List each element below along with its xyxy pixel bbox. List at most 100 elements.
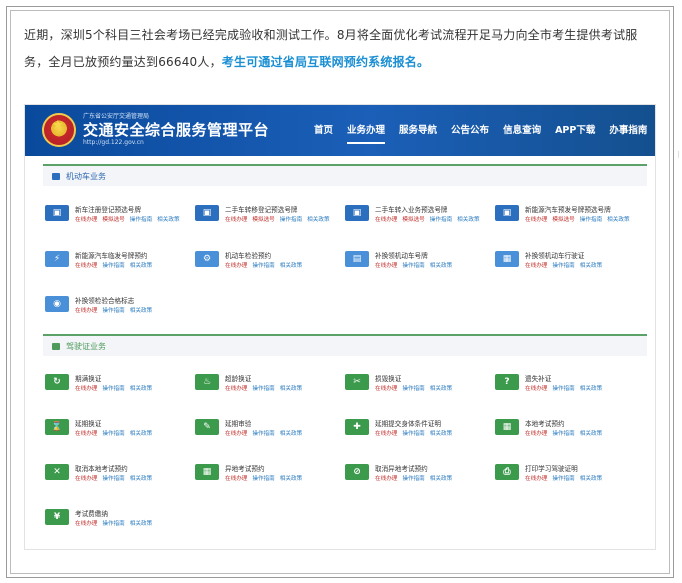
service-title[interactable]: 考试费缴纳 xyxy=(75,508,108,518)
service-item[interactable]: ▣ 二手车转入业务预选号牌 在线办理 模拟选号 操作指南 相关政策 xyxy=(345,203,495,233)
service-title[interactable]: 新车注册登记预选号牌 xyxy=(75,204,141,214)
service-item[interactable]: ↻ 期满换证 在线办理 操作指南 相关政策 xyxy=(45,372,195,402)
online-link[interactable]: 在线办理 xyxy=(75,263,97,269)
online-link[interactable]: 在线办理 xyxy=(375,263,397,269)
guide-link[interactable]: 操作指南 xyxy=(552,386,574,392)
online-link[interactable]: 在线办理 xyxy=(75,521,97,527)
service-title[interactable]: 取消本地考试预约 xyxy=(75,463,128,473)
service-title[interactable]: 补换领机动车行驶证 xyxy=(525,250,584,260)
online-link[interactable]: 在线办理 xyxy=(375,217,397,223)
nav-announcements[interactable]: 公告公布 xyxy=(444,105,496,156)
service-title[interactable]: 异地考试预约 xyxy=(225,463,265,473)
guide-link[interactable]: 操作指南 xyxy=(252,386,274,392)
service-title[interactable]: 新能源汽车临发号牌预约 xyxy=(75,250,148,260)
online-link[interactable]: 在线办理 xyxy=(525,431,547,437)
service-item[interactable]: ▤ 补换领机动车号牌 在线办理 操作指南 相关政策 xyxy=(345,249,495,279)
guide-link[interactable]: 操作指南 xyxy=(402,476,424,482)
guide-link[interactable]: 操作指南 xyxy=(552,476,574,482)
policy-link[interactable]: 相关政策 xyxy=(430,386,452,392)
service-item[interactable]: ⚙ 机动车检验预约 在线办理 操作指南 相关政策 xyxy=(195,249,345,279)
policy-link[interactable]: 相关政策 xyxy=(280,263,302,269)
simulate-link[interactable]: 模拟选号 xyxy=(552,217,574,223)
service-item[interactable]: ? 遗失补证 在线办理 操作指南 相关政策 xyxy=(495,372,645,402)
policy-link[interactable]: 相关政策 xyxy=(130,308,152,314)
policy-link[interactable]: 相关政策 xyxy=(280,386,302,392)
guide-link[interactable]: 操作指南 xyxy=(102,431,124,437)
service-item[interactable]: ▦ 补换领机动车行驶证 在线办理 操作指南 相关政策 xyxy=(495,249,645,279)
service-title[interactable]: 损毁换证 xyxy=(375,373,401,383)
policy-link[interactable]: 相关政策 xyxy=(130,521,152,527)
service-item[interactable]: ✂ 损毁换证 在线办理 操作指南 相关政策 xyxy=(345,372,495,402)
online-link[interactable]: 在线办理 xyxy=(525,217,547,223)
simulate-link[interactable]: 模拟选号 xyxy=(252,217,274,223)
service-title[interactable]: 机动车检验预约 xyxy=(225,250,271,260)
online-link[interactable]: 在线办理 xyxy=(225,263,247,269)
service-title[interactable]: 新能源汽车预发号牌预选号牌 xyxy=(525,204,611,214)
online-link[interactable]: 在线办理 xyxy=(75,431,97,437)
online-link[interactable]: 在线办理 xyxy=(525,263,547,269)
policy-link[interactable]: 相关政策 xyxy=(280,476,302,482)
guide-link[interactable]: 操作指南 xyxy=(252,263,274,269)
guide-link[interactable]: 操作指南 xyxy=(102,521,124,527)
policy-link[interactable]: 相关政策 xyxy=(580,263,602,269)
online-link[interactable]: 在线办理 xyxy=(75,476,97,482)
policy-link[interactable]: 相关政策 xyxy=(130,263,152,269)
online-link[interactable]: 在线办理 xyxy=(525,476,547,482)
guide-link[interactable]: 操作指南 xyxy=(552,431,574,437)
policy-link[interactable]: 相关政策 xyxy=(130,431,152,437)
online-link[interactable]: 在线办理 xyxy=(225,431,247,437)
policy-link[interactable]: 相关政策 xyxy=(580,386,602,392)
service-item[interactable]: ▣ 二手车转移登记预选号牌 在线办理 模拟选号 操作指南 相关政策 xyxy=(195,203,345,233)
service-item[interactable]: ▦ 异地考试预约 在线办理 操作指南 相关政策 xyxy=(195,462,345,492)
online-link[interactable]: 在线办理 xyxy=(225,476,247,482)
nav-service-guide[interactable]: 服务导航 xyxy=(392,105,444,156)
policy-link[interactable]: 相关政策 xyxy=(430,263,452,269)
article-link[interactable]: 考生可通过省局互联网预约系统报名。 xyxy=(222,55,429,69)
policy-link[interactable]: 相关政策 xyxy=(130,476,152,482)
service-item[interactable]: ♨ 超龄换证 在线办理 操作指南 相关政策 xyxy=(195,372,345,402)
policy-link[interactable]: 相关政策 xyxy=(580,476,602,482)
guide-link[interactable]: 操作指南 xyxy=(280,217,302,223)
service-title[interactable]: 超龄换证 xyxy=(225,373,251,383)
online-link[interactable]: 在线办理 xyxy=(375,476,397,482)
policy-link[interactable]: 相关政策 xyxy=(130,386,152,392)
service-title[interactable]: 期满换证 xyxy=(75,373,101,383)
service-item[interactable]: ✚ 延期提交身体条件证明 在线办理 操作指南 相关政策 xyxy=(345,417,495,447)
nav-handbook[interactable]: 办事指南 xyxy=(602,105,654,156)
policy-link[interactable]: 相关政策 xyxy=(280,431,302,437)
online-link[interactable]: 在线办理 xyxy=(75,308,97,314)
service-title[interactable]: 遗失补证 xyxy=(525,373,551,383)
guide-link[interactable]: 操作指南 xyxy=(552,263,574,269)
online-link[interactable]: 在线办理 xyxy=(225,217,247,223)
service-title[interactable]: 延期换证 xyxy=(75,418,101,428)
nav-query[interactable]: 信息查询 xyxy=(496,105,548,156)
service-title[interactable]: 打印学习驾驶证明 xyxy=(525,463,578,473)
nav-business[interactable]: 业务办理 xyxy=(340,105,392,156)
online-link[interactable]: 在线办理 xyxy=(525,386,547,392)
service-title[interactable]: 延期审验 xyxy=(225,418,251,428)
service-item[interactable]: ◉ 补换领检验合格标志 在线办理 操作指南 相关政策 xyxy=(45,294,195,324)
guide-link[interactable]: 操作指南 xyxy=(402,431,424,437)
simulate-link[interactable]: 模拟选号 xyxy=(102,217,124,223)
online-link[interactable]: 在线办理 xyxy=(375,431,397,437)
service-title[interactable]: 取消异地考试预约 xyxy=(375,463,428,473)
online-link[interactable]: 在线办理 xyxy=(225,386,247,392)
service-title[interactable]: 延期提交身体条件证明 xyxy=(375,418,441,428)
policy-link[interactable]: 相关政策 xyxy=(157,217,179,223)
guide-link[interactable]: 操作指南 xyxy=(102,476,124,482)
service-title[interactable]: 补换领检验合格标志 xyxy=(75,295,134,305)
simulate-link[interactable]: 模拟选号 xyxy=(402,217,424,223)
policy-link[interactable]: 相关政策 xyxy=(430,431,452,437)
service-title[interactable]: 本地考试预约 xyxy=(525,418,565,428)
policy-link[interactable]: 相关政策 xyxy=(607,217,629,223)
guide-link[interactable]: 操作指南 xyxy=(430,217,452,223)
guide-link[interactable]: 操作指南 xyxy=(252,476,274,482)
online-link[interactable]: 在线办理 xyxy=(75,386,97,392)
service-item[interactable]: ⊘ 取消异地考试预约 在线办理 操作指南 相关政策 xyxy=(345,462,495,492)
service-item[interactable]: ✎ 延期审验 在线办理 操作指南 相关政策 xyxy=(195,417,345,447)
policy-link[interactable]: 相关政策 xyxy=(580,431,602,437)
guide-link[interactable]: 操作指南 xyxy=(102,263,124,269)
guide-link[interactable]: 操作指南 xyxy=(402,386,424,392)
nav-home[interactable]: 首页 xyxy=(307,105,340,156)
guide-link[interactable]: 操作指南 xyxy=(130,217,152,223)
